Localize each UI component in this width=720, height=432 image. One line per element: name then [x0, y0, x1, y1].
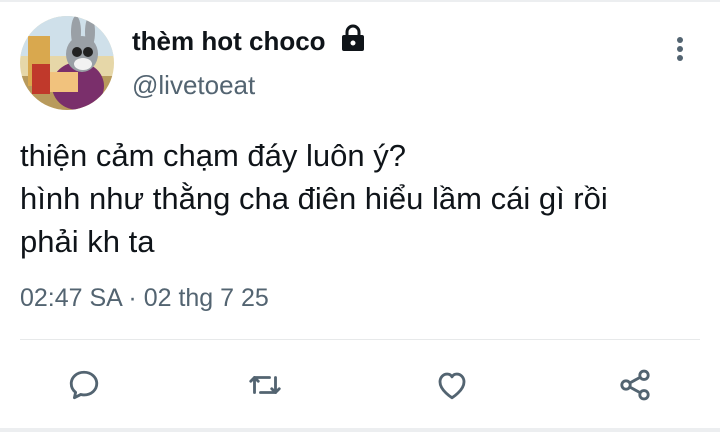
tweet-text-line: thiện cảm chạm đáy luôn ý?: [20, 138, 406, 173]
like-button[interactable]: [432, 365, 472, 405]
lock-icon: [340, 24, 366, 52]
tweet-text-line: phải kh ta: [20, 224, 155, 259]
tweet-card: thèm hot choco @livetoeat thiện cảm chạm…: [0, 0, 720, 432]
share-button[interactable]: [615, 365, 655, 405]
reply-button[interactable]: [64, 365, 104, 405]
retweet-button[interactable]: [245, 365, 285, 405]
heart-icon: [438, 372, 466, 400]
divider: [20, 339, 700, 340]
reply-icon: [69, 370, 99, 400]
share-icon: [620, 369, 650, 401]
tweet-text: thiện cảm chạm đáy luôn ý? hình như thằn…: [20, 134, 700, 263]
top-border: [0, 0, 720, 2]
avatar[interactable]: [20, 16, 114, 110]
bottom-border: [0, 428, 720, 432]
retweet-icon: [249, 376, 281, 394]
tweet-text-line: hình như thằng cha điên hiểu lầm cái gì …: [20, 181, 608, 216]
tweet-timestamp[interactable]: 02:47 SA · 02 thg 7 25: [20, 284, 269, 313]
user-handle[interactable]: @livetoeat: [132, 70, 255, 101]
more-vertical-icon[interactable]: [668, 33, 692, 65]
display-name[interactable]: thèm hot choco: [132, 26, 326, 57]
